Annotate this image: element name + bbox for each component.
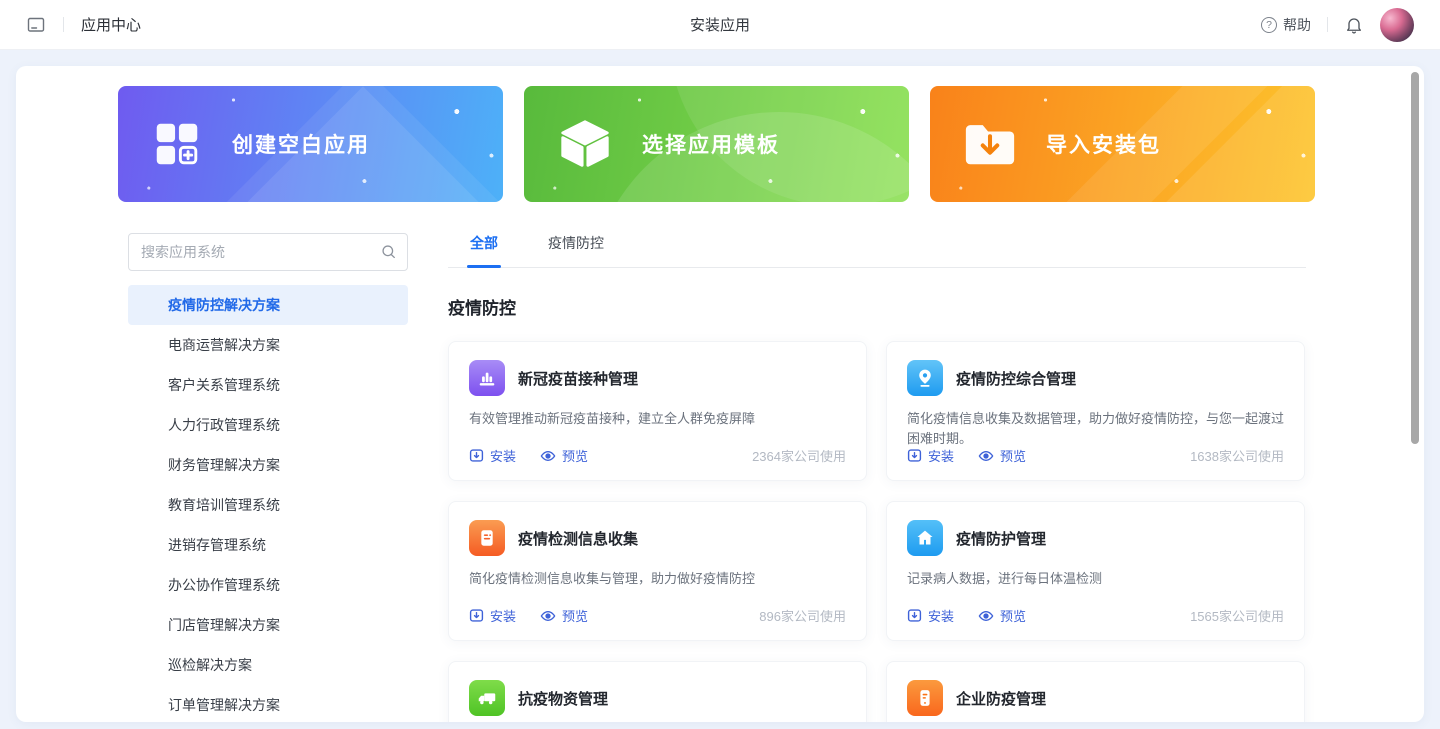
folder-download-icon: [962, 119, 1018, 169]
app-title: 抗疫物资管理: [518, 688, 608, 709]
sidebar-item-office[interactable]: 办公协作管理系统: [128, 565, 408, 605]
eye-icon: [540, 608, 556, 624]
category-list: 疫情防控解决方案 电商运营解决方案 客户关系管理系统 人力行政管理系统 财务管理…: [128, 285, 408, 722]
install-button[interactable]: 安装: [469, 446, 516, 465]
section-title: 疫情防控: [448, 294, 1306, 319]
install-button[interactable]: 安装: [907, 606, 954, 625]
search-input[interactable]: [128, 233, 408, 271]
banner-label: 选择应用模板: [642, 129, 780, 159]
bell-icon[interactable]: [1344, 15, 1364, 35]
banner-label: 创建空白应用: [232, 129, 370, 159]
eye-icon: [978, 608, 994, 624]
header-divider: [1327, 17, 1328, 32]
install-button[interactable]: 安装: [907, 446, 954, 465]
help-label: 帮助: [1283, 15, 1311, 35]
top-header: 应用中心 安装应用 ? 帮助: [0, 0, 1440, 50]
mobile-form-icon: [907, 680, 943, 716]
sidebar-item-inventory[interactable]: 进销存管理系统: [128, 525, 408, 565]
app-card-grid: 新冠疫苗接种管理 有效管理推动新冠疫苗接种，建立全人群免疫屏障 安装 预览 23…: [448, 341, 1306, 722]
app-card-test-info: 疫情检测信息收集 简化疫情检测信息收集与管理，助力做好疫情防控 安装 预览 89…: [448, 501, 867, 641]
page-title: 安装应用: [0, 14, 1440, 35]
help-button[interactable]: ? 帮助: [1261, 15, 1311, 35]
choose-template-banner[interactable]: 选择应用模板: [524, 86, 909, 202]
preview-button[interactable]: 预览: [540, 446, 588, 465]
install-button[interactable]: 安装: [469, 606, 516, 625]
install-icon: [907, 608, 922, 623]
category-sidebar: 疫情防控解决方案 电商运营解决方案 客户关系管理系统 人力行政管理系统 财务管理…: [128, 233, 408, 722]
banner-row: 创建空白应用 选择应用模板 导入安装包: [118, 86, 1315, 202]
app-title: 疫情防护管理: [956, 528, 1046, 549]
app-card-enterprise: 企业防疫管理: [886, 661, 1305, 722]
preview-button[interactable]: 预览: [540, 606, 588, 625]
main-panel: 创建空白应用 选择应用模板 导入安装包: [16, 66, 1424, 722]
sidebar-item-ecommerce[interactable]: 电商运营解决方案: [128, 325, 408, 365]
preview-button[interactable]: 预览: [978, 606, 1026, 625]
app-card-vaccine: 新冠疫苗接种管理 有效管理推动新冠疫苗接种，建立全人群免疫屏障 安装 预览 23…: [448, 341, 867, 481]
install-icon: [469, 448, 484, 463]
eye-icon: [540, 448, 556, 464]
sidebar-item-store[interactable]: 门店管理解决方案: [128, 605, 408, 645]
usage-count: 1565家公司使用: [1190, 606, 1284, 625]
sidebar-item-inspection[interactable]: 巡检解决方案: [128, 645, 408, 685]
eye-icon: [978, 448, 994, 464]
app-card-epidemic-comprehensive: 疫情防控综合管理 简化疫情信息收集及数据管理，助力做好疫情防控，与您一起渡过困难…: [886, 341, 1305, 481]
tab-epidemic[interactable]: 疫情防控: [548, 233, 604, 267]
grid-plus-icon: [150, 117, 204, 171]
app-description: 有效管理推动新冠疫苗接种，建立全人群免疫屏障: [469, 409, 846, 429]
banner-label: 导入安装包: [1046, 129, 1161, 159]
app-title: 企业防疫管理: [956, 688, 1046, 709]
form-document-icon: [469, 520, 505, 556]
template-content: 全部 疫情防控 疫情防控 新冠疫苗接种管理 有效管理推动新冠疫苗接种，建立全人群…: [448, 233, 1306, 722]
install-icon: [907, 448, 922, 463]
cube-icon: [556, 115, 614, 173]
location-pin-icon: [907, 360, 943, 396]
app-description: 简化疫情检测信息收集与管理，助力做好疫情防控: [469, 569, 846, 589]
home-icon: [907, 520, 943, 556]
import-package-banner[interactable]: 导入安装包: [930, 86, 1315, 202]
sidebar-item-order[interactable]: 订单管理解决方案: [128, 685, 408, 722]
app-title: 疫情检测信息收集: [518, 528, 638, 549]
usage-count: 1638家公司使用: [1190, 446, 1284, 465]
usage-count: 896家公司使用: [759, 606, 846, 625]
filter-tabs: 全部 疫情防控: [448, 233, 1306, 268]
app-card-supplies: 抗疫物资管理: [448, 661, 867, 722]
app-description: 记录病人数据，进行每日体温检测: [907, 569, 1284, 589]
search-icon[interactable]: [380, 243, 397, 265]
app-title: 疫情防控综合管理: [956, 368, 1076, 389]
app-title: 新冠疫苗接种管理: [518, 368, 638, 389]
question-icon: ?: [1261, 17, 1277, 33]
tab-all[interactable]: 全部: [470, 233, 498, 267]
sidebar-item-crm[interactable]: 客户关系管理系统: [128, 365, 408, 405]
bar-chart-icon: [469, 360, 505, 396]
create-blank-app-banner[interactable]: 创建空白应用: [118, 86, 503, 202]
install-icon: [469, 608, 484, 623]
preview-button[interactable]: 预览: [978, 446, 1026, 465]
truck-icon: [469, 680, 505, 716]
app-description: 简化疫情信息收集及数据管理，助力做好疫情防控，与您一起渡过困难时期。: [907, 409, 1284, 449]
usage-count: 2364家公司使用: [752, 446, 846, 465]
user-avatar[interactable]: [1380, 8, 1414, 42]
sidebar-item-epidemic-solution[interactable]: 疫情防控解决方案: [128, 285, 408, 325]
sidebar-item-education[interactable]: 教育培训管理系统: [128, 485, 408, 525]
sidebar-item-finance[interactable]: 财务管理解决方案: [128, 445, 408, 485]
sidebar-item-hr[interactable]: 人力行政管理系统: [128, 405, 408, 445]
app-card-protection: 疫情防护管理 记录病人数据，进行每日体温检测 安装 预览 1565家公司使用: [886, 501, 1305, 641]
scrollbar-thumb[interactable]: [1411, 72, 1419, 444]
